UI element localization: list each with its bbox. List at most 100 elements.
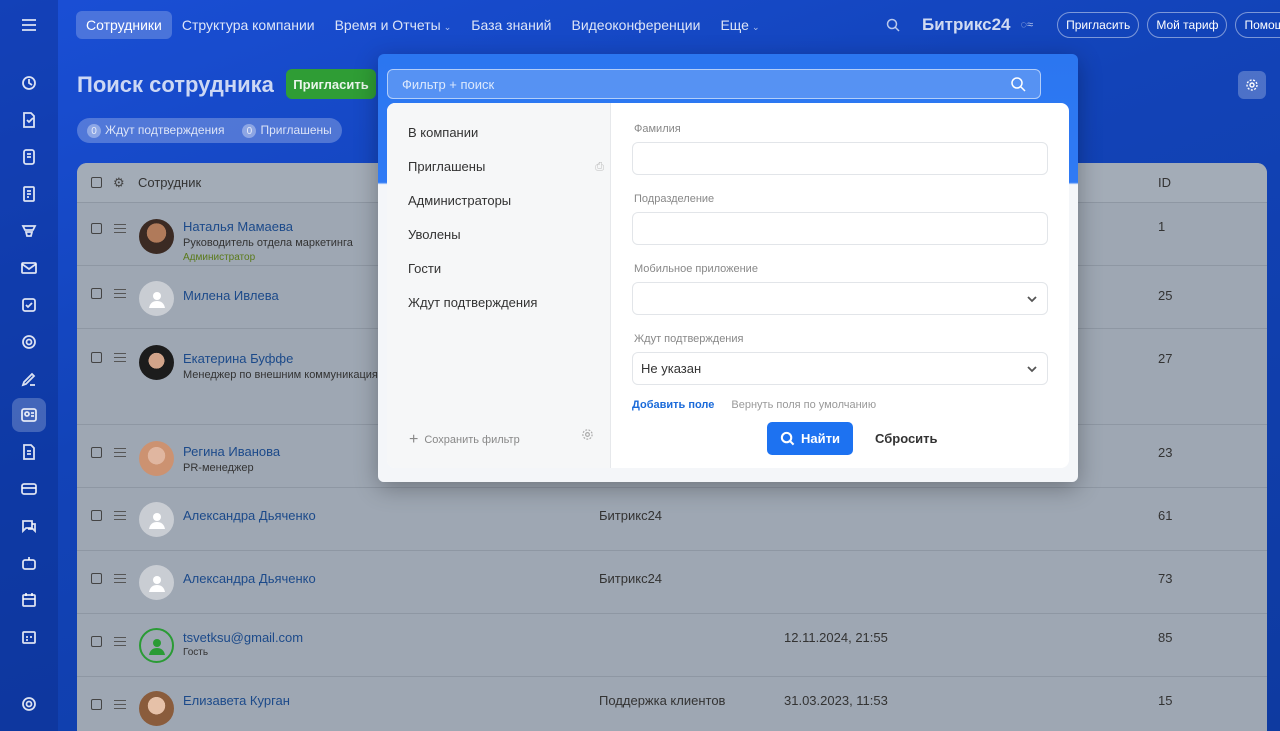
add-field-link[interactable]: Добавить поле	[632, 399, 714, 411]
employee-name[interactable]: tsvetksu@gmail.com	[183, 630, 303, 645]
tab-video[interactable]: Видеоконференции	[561, 11, 710, 39]
employee-id: 27	[1158, 351, 1173, 366]
avatar[interactable]	[139, 691, 174, 726]
docs-icon[interactable]	[12, 103, 46, 137]
select-all-checkbox[interactable]	[91, 177, 102, 188]
preset-fired[interactable]: Уволены	[387, 218, 610, 252]
help-button[interactable]: Помощь	[1235, 11, 1280, 38]
tab-knowledge[interactable]: База знаний	[461, 11, 561, 39]
table-row[interactable]: tsvetksu@gmail.com Гость 12.11.2024, 21:…	[77, 614, 1267, 677]
mail-icon[interactable]	[12, 251, 46, 285]
save-filter-button[interactable]: + Сохранить фильтр	[409, 432, 520, 448]
my-plan-button[interactable]: Мой тариф	[1147, 11, 1228, 38]
row-checkbox[interactable]	[91, 636, 102, 647]
invite-top-button[interactable]: Пригласить	[1057, 11, 1140, 38]
table-row[interactable]: Александра Дьяченко Битрикс24 61	[77, 488, 1267, 551]
employee-name[interactable]: Милена Ивлева	[183, 288, 279, 303]
settings-icon[interactable]	[12, 687, 46, 721]
drag-handle-icon[interactable]	[114, 637, 126, 646]
employees-icon[interactable]	[12, 398, 46, 432]
reset-button[interactable]: Сбросить	[875, 431, 938, 446]
row-checkbox[interactable]	[91, 223, 102, 234]
page-settings-button[interactable]	[1238, 71, 1266, 99]
row-checkbox[interactable]	[91, 447, 102, 458]
calendar-icon[interactable]	[12, 583, 46, 617]
avatar[interactable]	[139, 281, 174, 316]
drag-handle-icon[interactable]	[114, 289, 126, 298]
avatar[interactable]	[139, 502, 174, 537]
drag-handle-icon[interactable]	[114, 574, 126, 583]
employee-department: Битрикс24	[599, 508, 663, 523]
employee-name[interactable]: Александра Дьяченко	[183, 571, 316, 586]
document-icon[interactable]	[12, 435, 46, 469]
drive-icon[interactable]	[12, 140, 46, 174]
employee-position: PR-менеджер	[183, 462, 254, 474]
find-button-label: Найти	[801, 431, 840, 446]
avatar[interactable]	[139, 219, 174, 254]
drag-handle-icon[interactable]	[114, 700, 126, 709]
search-icon[interactable]	[1010, 76, 1026, 92]
department-input[interactable]	[632, 212, 1048, 245]
target-icon[interactable]	[12, 325, 46, 359]
employee-name[interactable]: Наталья Мамаева	[183, 219, 293, 234]
preset-awaiting[interactable]: Ждут подтверждения	[387, 286, 610, 320]
checklist-icon[interactable]	[12, 288, 46, 322]
invite-button[interactable]: Пригласить	[286, 69, 376, 99]
tab-structure[interactable]: Структура компании	[172, 11, 325, 39]
tab-employees[interactable]: Сотрудники	[76, 10, 172, 39]
chat-icon[interactable]	[12, 509, 46, 543]
drag-handle-icon[interactable]	[114, 353, 126, 362]
drag-handle-icon[interactable]	[114, 448, 126, 457]
mobile-app-select[interactable]	[632, 282, 1048, 315]
counter-awaiting[interactable]: 0 Ждут подтверждения	[87, 123, 224, 139]
awaiting-select[interactable]: Не указан	[632, 352, 1048, 385]
filter-search-bar[interactable]	[387, 69, 1041, 99]
card-icon[interactable]	[12, 472, 46, 506]
preset-invited[interactable]: Приглашены ⎙	[387, 150, 610, 184]
employee-name[interactable]: Елизавета Курган	[183, 693, 290, 708]
column-employee[interactable]: Сотрудник	[138, 175, 201, 190]
preset-invited-label: Приглашены	[408, 159, 486, 174]
avatar[interactable]	[139, 441, 174, 476]
avatar[interactable]	[139, 565, 174, 600]
row-checkbox[interactable]	[91, 699, 102, 710]
menu-icon[interactable]	[12, 8, 46, 42]
crm-icon[interactable]	[12, 214, 46, 248]
schedule-icon[interactable]	[12, 620, 46, 654]
tasks-icon[interactable]	[12, 177, 46, 211]
tab-time-reports[interactable]: Время и Отчеты ⌄	[325, 11, 462, 39]
drag-handle-icon[interactable]	[114, 511, 126, 520]
search-icon[interactable]	[886, 18, 900, 32]
preset-in-company[interactable]: В компании	[387, 116, 610, 150]
find-button[interactable]: Найти	[767, 422, 853, 455]
filter-presets: В компании Приглашены ⎙ Администраторы Ув…	[387, 103, 611, 468]
row-checkbox[interactable]	[91, 352, 102, 363]
lastname-input[interactable]	[632, 142, 1048, 175]
row-checkbox[interactable]	[91, 573, 102, 584]
employee-name[interactable]: Александра Дьяченко	[183, 508, 316, 523]
avatar[interactable]	[139, 345, 174, 380]
preset-admins[interactable]: Администраторы	[387, 184, 610, 218]
search-input[interactable]	[402, 76, 1010, 92]
row-checkbox[interactable]	[91, 510, 102, 521]
robot-icon[interactable]	[12, 546, 46, 580]
avatar[interactable]	[139, 628, 174, 663]
row-checkbox[interactable]	[91, 288, 102, 299]
pin-icon[interactable]: ⎙	[595, 150, 604, 184]
awaiting-value: Не указан	[641, 361, 702, 376]
employee-name[interactable]: Регина Иванова	[183, 444, 280, 459]
employee-name[interactable]: Екатерина Буффе	[183, 351, 293, 366]
employee-id: 25	[1158, 288, 1173, 303]
sign-icon[interactable]	[12, 362, 46, 396]
restore-fields-link[interactable]: Вернуть поля по умолчанию	[731, 399, 876, 411]
column-id[interactable]: ID	[1158, 175, 1171, 190]
tab-more[interactable]: Еще ⌄	[710, 11, 769, 39]
column-settings-icon[interactable]: ⚙	[113, 175, 125, 191]
preset-guests[interactable]: Гости	[387, 252, 610, 286]
preset-settings-button[interactable]	[581, 428, 594, 446]
counter-invited[interactable]: 0 Приглашены	[242, 123, 332, 139]
drag-handle-icon[interactable]	[114, 224, 126, 233]
table-row[interactable]: Александра Дьяченко Битрикс24 73	[77, 551, 1267, 614]
table-row[interactable]: Елизавета Курган Поддержка клиентов 31.0…	[77, 677, 1267, 731]
feed-icon[interactable]	[12, 66, 46, 100]
